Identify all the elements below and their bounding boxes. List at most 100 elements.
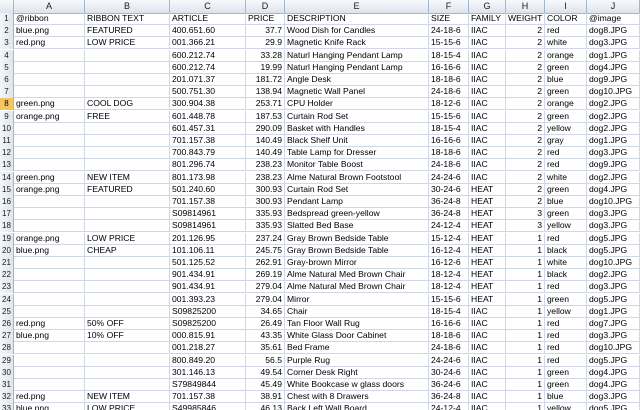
- cell-a1[interactable]: @ribbon: [14, 13, 85, 24]
- cell-a5[interactable]: [14, 61, 85, 73]
- cell-j28[interactable]: dog10.JPG: [587, 342, 640, 354]
- cell-i28[interactable]: red: [545, 342, 587, 354]
- cell-b14[interactable]: NEW ITEM: [85, 171, 170, 183]
- cell-c15[interactable]: 501.240.60: [170, 183, 246, 195]
- cell-a23[interactable]: [14, 281, 85, 293]
- cell-b24[interactable]: [85, 293, 170, 305]
- cell-c13[interactable]: 801.296.74: [170, 159, 246, 171]
- cell-a7[interactable]: [14, 86, 85, 98]
- cell-a9[interactable]: orange.png: [14, 110, 85, 122]
- cell-b1[interactable]: RIBBON TEXT: [85, 13, 170, 24]
- cell-g33[interactable]: IIAC: [469, 403, 506, 410]
- cell-i10[interactable]: yellow: [545, 122, 587, 134]
- cell-j13[interactable]: dog9.JPG: [587, 159, 640, 171]
- cell-j1[interactable]: @image: [587, 13, 640, 24]
- cell-h15[interactable]: 2: [506, 183, 545, 195]
- cell-e15[interactable]: Curtain Rod Set: [285, 183, 429, 195]
- cell-f5[interactable]: 16-16-6: [429, 61, 469, 73]
- cell-d21[interactable]: 262.91: [246, 257, 285, 268]
- cell-j11[interactable]: dog1.JPG: [587, 135, 640, 146]
- cell-i1[interactable]: COLOR: [545, 13, 587, 24]
- cell-b33[interactable]: LOW PRICE: [85, 403, 170, 410]
- cell-g11[interactable]: IIAC: [469, 135, 506, 146]
- cell-h4[interactable]: 2: [506, 49, 545, 61]
- cell-a19[interactable]: orange.png: [14, 232, 85, 244]
- cell-c18[interactable]: S09814961: [170, 220, 246, 232]
- cell-e2[interactable]: Wood Dish for Candles: [285, 25, 429, 37]
- cell-f30[interactable]: 30-24-6: [429, 366, 469, 378]
- cell-g24[interactable]: HEAT: [469, 293, 506, 305]
- cell-e31[interactable]: White Bookcase w glass doors: [285, 379, 429, 390]
- cell-d6[interactable]: 181.72: [246, 74, 285, 85]
- cell-b32[interactable]: NEW ITEM: [85, 391, 170, 403]
- row-header[interactable]: 25: [0, 305, 14, 318]
- cell-e25[interactable]: Chair: [285, 305, 429, 317]
- row-header[interactable]: 24: [0, 293, 14, 306]
- cell-h21[interactable]: 1: [506, 257, 545, 268]
- cell-j17[interactable]: dog3.JPG: [587, 208, 640, 220]
- cell-j26[interactable]: dog7.JPG: [587, 318, 640, 329]
- cell-f24[interactable]: 15-15-6: [429, 293, 469, 305]
- cell-h33[interactable]: 1: [506, 403, 545, 410]
- cell-j5[interactable]: dog4.JPG: [587, 61, 640, 73]
- cell-b21[interactable]: [85, 257, 170, 268]
- cell-i29[interactable]: red: [545, 354, 587, 366]
- cell-f10[interactable]: 18-15-4: [429, 122, 469, 134]
- cell-g19[interactable]: HEAT: [469, 232, 506, 244]
- cell-h14[interactable]: 2: [506, 171, 545, 183]
- cell-h5[interactable]: 2: [506, 61, 545, 73]
- cell-j4[interactable]: dog1.JPG: [587, 49, 640, 61]
- cell-d16[interactable]: 300.93: [246, 196, 285, 207]
- cell-c17[interactable]: S09814961: [170, 208, 246, 220]
- row-header[interactable]: 16: [0, 196, 14, 208]
- cell-i3[interactable]: white: [545, 37, 587, 49]
- cell-e4[interactable]: Naturl Hanging Pendant Lamp: [285, 49, 429, 61]
- row-header[interactable]: 10: [0, 122, 14, 135]
- cell-h23[interactable]: 1: [506, 281, 545, 293]
- cell-d26[interactable]: 26.49: [246, 318, 285, 329]
- cell-d7[interactable]: 138.94: [246, 86, 285, 98]
- cell-h11[interactable]: 2: [506, 135, 545, 146]
- cell-c6[interactable]: 201.071.37: [170, 74, 246, 85]
- row-header[interactable]: 19: [0, 232, 14, 245]
- cell-g2[interactable]: IIAC: [469, 25, 506, 37]
- cell-g32[interactable]: IIAC: [469, 391, 506, 403]
- cell-d10[interactable]: 290.09: [246, 122, 285, 134]
- cell-a27[interactable]: blue.png: [14, 330, 85, 342]
- cell-f29[interactable]: 24-24-6: [429, 354, 469, 366]
- cell-d18[interactable]: 335.93: [246, 220, 285, 232]
- cell-e19[interactable]: Gray Brown Bedside Table: [285, 232, 429, 244]
- row-header[interactable]: 21: [0, 257, 14, 269]
- cell-j3[interactable]: dog3.JPG: [587, 37, 640, 49]
- cell-g17[interactable]: HEAT: [469, 208, 506, 220]
- row-header[interactable]: 15: [0, 183, 14, 196]
- cell-i27[interactable]: red: [545, 330, 587, 342]
- cell-d5[interactable]: 19.99: [246, 61, 285, 73]
- cell-f13[interactable]: 24-18-6: [429, 159, 469, 171]
- cell-i6[interactable]: blue: [545, 74, 587, 85]
- row-header[interactable]: 30: [0, 366, 14, 379]
- cell-i11[interactable]: gray: [545, 135, 587, 146]
- cell-b10[interactable]: [85, 122, 170, 134]
- cell-c25[interactable]: S09825200: [170, 305, 246, 317]
- cell-h3[interactable]: 2: [506, 37, 545, 49]
- cell-c5[interactable]: 600.212.74: [170, 61, 246, 73]
- cell-f28[interactable]: 24-18-6: [429, 342, 469, 354]
- cell-d13[interactable]: 238.23: [246, 159, 285, 171]
- cell-c33[interactable]: S49985846: [170, 403, 246, 410]
- cell-d22[interactable]: 269.19: [246, 269, 285, 281]
- cell-g22[interactable]: HEAT: [469, 269, 506, 281]
- cell-d19[interactable]: 237.24: [246, 232, 285, 244]
- cell-j6[interactable]: dog9.JPG: [587, 74, 640, 85]
- cell-j29[interactable]: dog5.JPG: [587, 354, 640, 366]
- column-header-e[interactable]: E: [285, 0, 429, 13]
- cell-c1[interactable]: ARTICLE: [170, 13, 246, 24]
- cell-a28[interactable]: [14, 342, 85, 354]
- cell-e17[interactable]: Bedspread green-yellow: [285, 208, 429, 220]
- cell-d14[interactable]: 238.23: [246, 171, 285, 183]
- cell-d8[interactable]: 253.71: [246, 98, 285, 110]
- row-header[interactable]: 18: [0, 220, 14, 233]
- cell-a2[interactable]: blue.png: [14, 25, 85, 37]
- cell-c28[interactable]: 001.218.27: [170, 342, 246, 354]
- cell-g4[interactable]: IIAC: [469, 49, 506, 61]
